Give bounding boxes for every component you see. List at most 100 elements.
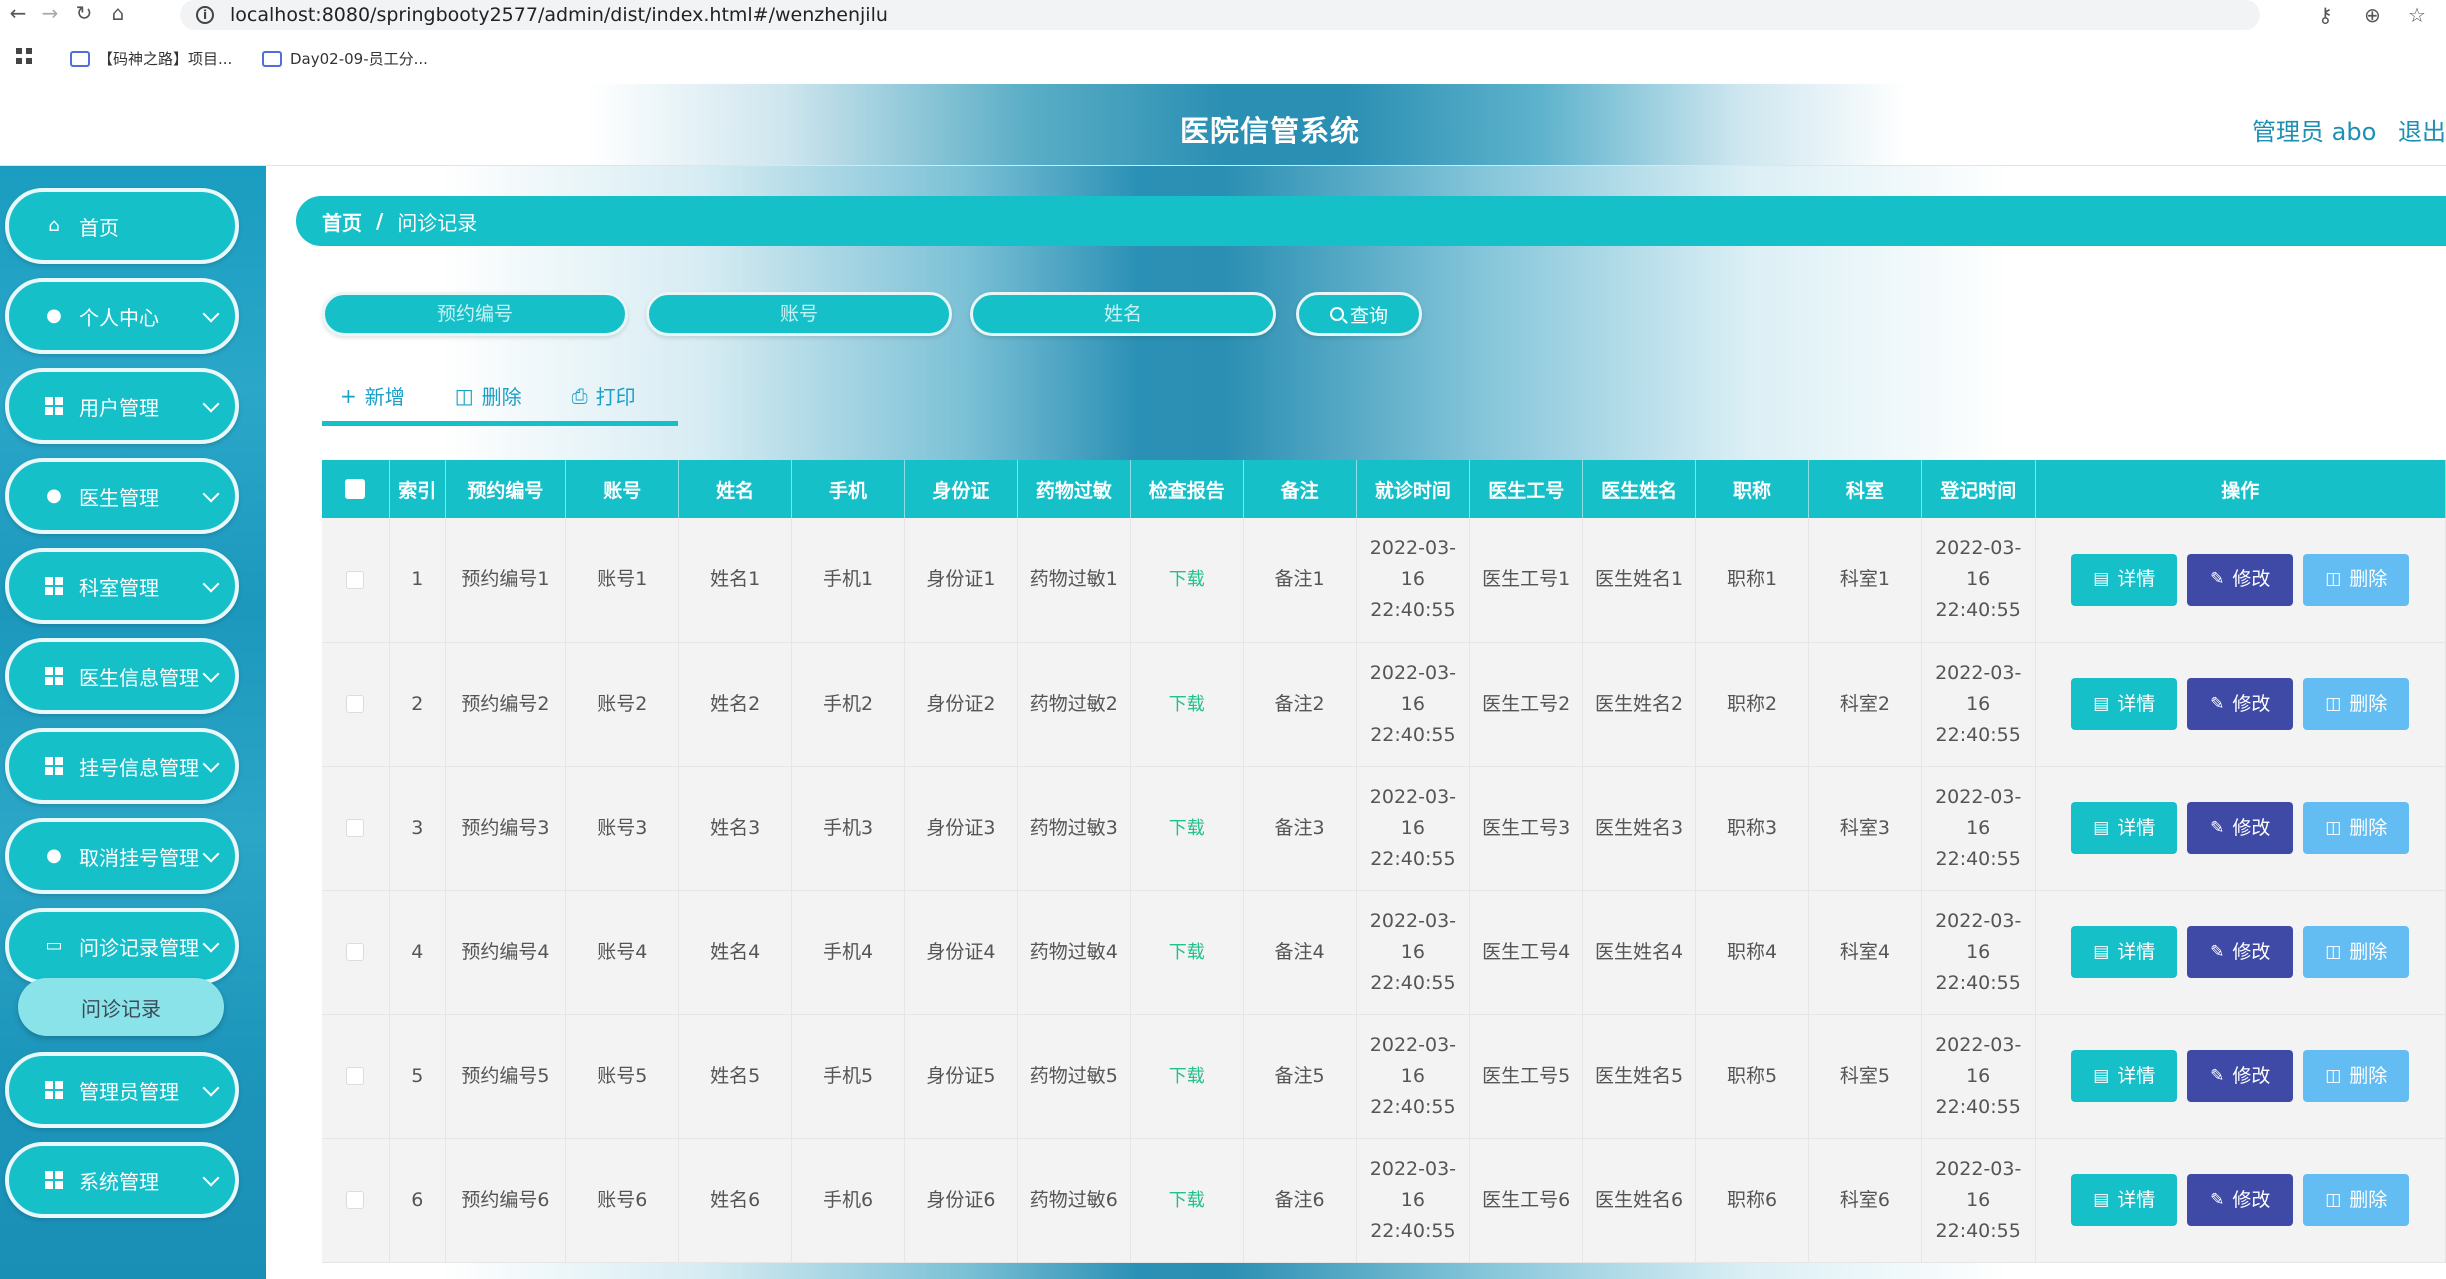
edit-button[interactable]: ✎ 修改	[2187, 802, 2294, 854]
download-report-link[interactable]: 下载	[1169, 694, 1205, 715]
sidebar-item-user-management[interactable]: 用户管理	[5, 368, 239, 444]
detail-button[interactable]: ▤ 详情	[2071, 678, 2178, 730]
account-search-input[interactable]	[646, 292, 952, 336]
reload-icon[interactable]: ↻	[74, 3, 94, 23]
site-info-icon[interactable]: i	[196, 6, 214, 24]
delete-row-button[interactable]: ◫ 删除	[2303, 553, 2410, 606]
sidebar-item-personal-center[interactable]: ● 个人中心	[5, 278, 239, 354]
table-cell-doctor-name: 医生姓名4	[1582, 890, 1697, 1015]
sidebar-item-label: 系统管理	[79, 1169, 159, 1194]
cell-text: 身份证2	[926, 692, 996, 715]
sidebar-item-department-management[interactable]: 科室管理	[5, 548, 239, 624]
address-bar[interactable]: i localhost:8080/springbooty2577/admin/d…	[180, 0, 2260, 30]
detail-button[interactable]: ▤ 详情	[2071, 926, 2178, 978]
submenu-item-consultation-record[interactable]: 问诊记录	[18, 978, 224, 1036]
edit-button[interactable]: ✎ 修改	[2187, 678, 2294, 730]
table-cell-report: 下载	[1130, 766, 1244, 891]
logout-link[interactable]: 退出	[2398, 112, 2446, 147]
cell-text: 药物过敏5	[1029, 1064, 1118, 1087]
cell-text: 预约编号4	[461, 940, 550, 963]
cell-text: 手机3	[822, 816, 874, 839]
trash-icon: ◫	[2325, 693, 2342, 714]
cell-text: 科室4	[1839, 940, 1890, 963]
batch-delete-button[interactable]: ◫ 删除	[455, 381, 522, 410]
delete-row-button-label: 删除	[2349, 940, 2388, 963]
cell-text: 职称5	[1726, 1064, 1778, 1087]
sidebar-item-home[interactable]: ⌂ 首页	[5, 188, 239, 264]
name-search-input[interactable]	[970, 292, 1276, 336]
table-cell-id-card: 身份证4	[904, 890, 1018, 1015]
forward-arrow-icon[interactable]: →	[40, 3, 60, 23]
sidebar-item-system-management[interactable]: 系统管理	[5, 1142, 239, 1218]
cell-text: 药物过敏2	[1029, 692, 1118, 715]
document-icon: ▤	[2093, 1065, 2110, 1086]
download-report-link[interactable]: 下载	[1169, 1066, 1205, 1087]
key-icon[interactable]: ⚷	[2318, 3, 2333, 27]
cell-text: 科室2	[1839, 692, 1890, 715]
download-report-link[interactable]: 下载	[1169, 569, 1205, 590]
detail-button[interactable]: ▤ 详情	[2071, 1174, 2178, 1226]
sidebar-item-doctor-management[interactable]: ● 医生管理	[5, 458, 239, 534]
column-header: 检查报告	[1130, 460, 1244, 518]
cell-text: 药物过敏4	[1029, 940, 1118, 963]
table-row: 6 预约编号6 账号6 姓名6 手机6 身份证6 药物过敏6 下载 备注6 2022-03-16 …	[322, 1138, 2446, 1263]
detail-button[interactable]: ▤ 详情	[2071, 802, 2178, 854]
edit-button[interactable]: ✎ 修改	[2187, 926, 2294, 978]
edit-button[interactable]: ✎ 修改	[2187, 553, 2294, 606]
download-report-link[interactable]: 下载	[1169, 818, 1205, 839]
row-checkbox[interactable]	[346, 943, 365, 961]
table-cell-account: 账号6	[565, 1138, 680, 1263]
delete-row-button[interactable]: ◫ 删除	[2303, 678, 2410, 730]
row-checkbox[interactable]	[346, 1191, 365, 1209]
detail-button[interactable]: ▤ 详情	[2071, 553, 2178, 606]
add-button[interactable]: + 新增	[340, 381, 405, 410]
sidebar-item-cancel-registration[interactable]: ● 取消挂号管理	[5, 818, 239, 894]
table-cell-index: 5	[389, 1014, 446, 1139]
zoom-icon[interactable]: ⊕	[2364, 3, 2381, 27]
delete-row-button[interactable]: ◫ 删除	[2303, 926, 2410, 978]
table-cell-phone: 手机1	[791, 518, 905, 643]
star-icon[interactable]: ☆	[2408, 3, 2426, 27]
download-report-link[interactable]: 下载	[1169, 1190, 1205, 1211]
select-all-header[interactable]	[322, 460, 390, 518]
row-checkbox[interactable]	[346, 695, 365, 713]
bookmark-item[interactable]: Day02-09-员工分...	[262, 48, 428, 69]
delete-row-button[interactable]: ◫ 删除	[2303, 802, 2410, 854]
row-select-cell	[322, 1138, 390, 1263]
detail-button[interactable]: ▤ 详情	[2071, 1050, 2178, 1102]
url-text: localhost:8080/springbooty2577/admin/dis…	[230, 4, 888, 26]
table-cell-dept: 科室1	[1808, 518, 1922, 643]
select-all-checkbox[interactable]	[345, 479, 366, 499]
row-checkbox[interactable]	[346, 570, 365, 589]
back-arrow-icon[interactable]: ←	[8, 3, 28, 23]
row-checkbox[interactable]	[346, 819, 365, 837]
sidebar-item-label: 科室管理	[79, 575, 159, 600]
query-button[interactable]: 查询	[1296, 292, 1422, 336]
home-nav-icon[interactable]: ⌂	[108, 3, 128, 23]
delete-row-button[interactable]: ◫ 删除	[2303, 1174, 2410, 1226]
download-report-link[interactable]: 下载	[1169, 942, 1205, 963]
row-checkbox[interactable]	[346, 1067, 365, 1085]
bookmark-item[interactable]: 【码神之路】项目...	[70, 48, 232, 69]
cell-text: 2022-03-16 22:40:55	[1369, 1157, 1457, 1242]
grid-icon	[45, 1171, 63, 1189]
edit-button-label: 修改	[2232, 816, 2271, 839]
print-button[interactable]: ⎙ 打印	[572, 381, 636, 410]
delete-row-button[interactable]: ◫ 删除	[2303, 1050, 2410, 1102]
sidebar-item-consultation-records[interactable]: ▭ 问诊记录管理	[5, 908, 239, 984]
sidebar-item-doctor-info-management[interactable]: 医生信息管理	[5, 638, 239, 714]
edit-button[interactable]: ✎ 修改	[2187, 1050, 2294, 1102]
pencil-icon: ✎	[2210, 693, 2225, 714]
sidebar-item-registration-management[interactable]: 挂号信息管理	[5, 728, 239, 804]
sidebar-item-admin-management[interactable]: 管理员管理	[5, 1052, 239, 1128]
breadcrumb-home[interactable]: 首页	[322, 207, 362, 236]
booking-no-search-input[interactable]	[322, 292, 628, 336]
edit-button[interactable]: ✎ 修改	[2187, 1174, 2294, 1226]
apps-grid-icon[interactable]	[16, 48, 32, 64]
detail-button-label: 详情	[2117, 940, 2156, 963]
sidebar-item-label: 个人中心	[79, 305, 159, 330]
table-cell-allergy: 药物过敏2	[1017, 642, 1131, 767]
cell-text: 职称4	[1726, 940, 1778, 963]
cell-text: 科室1	[1839, 568, 1890, 591]
table-cell-doctor-no: 医生工号6	[1469, 1138, 1584, 1263]
